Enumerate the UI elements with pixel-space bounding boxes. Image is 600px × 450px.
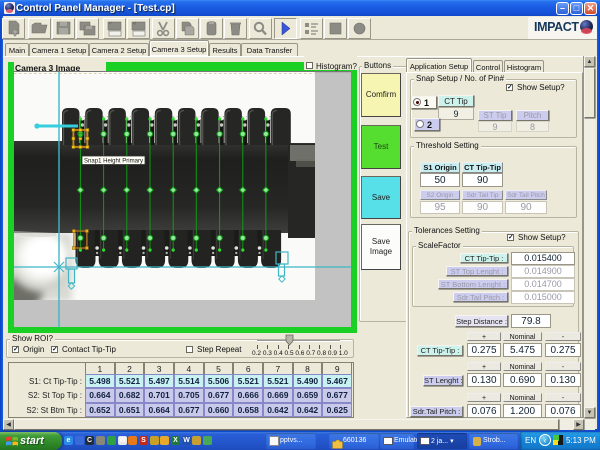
svg-text:Snap1 Height Primary: Snap1 Height Primary <box>84 158 144 165</box>
